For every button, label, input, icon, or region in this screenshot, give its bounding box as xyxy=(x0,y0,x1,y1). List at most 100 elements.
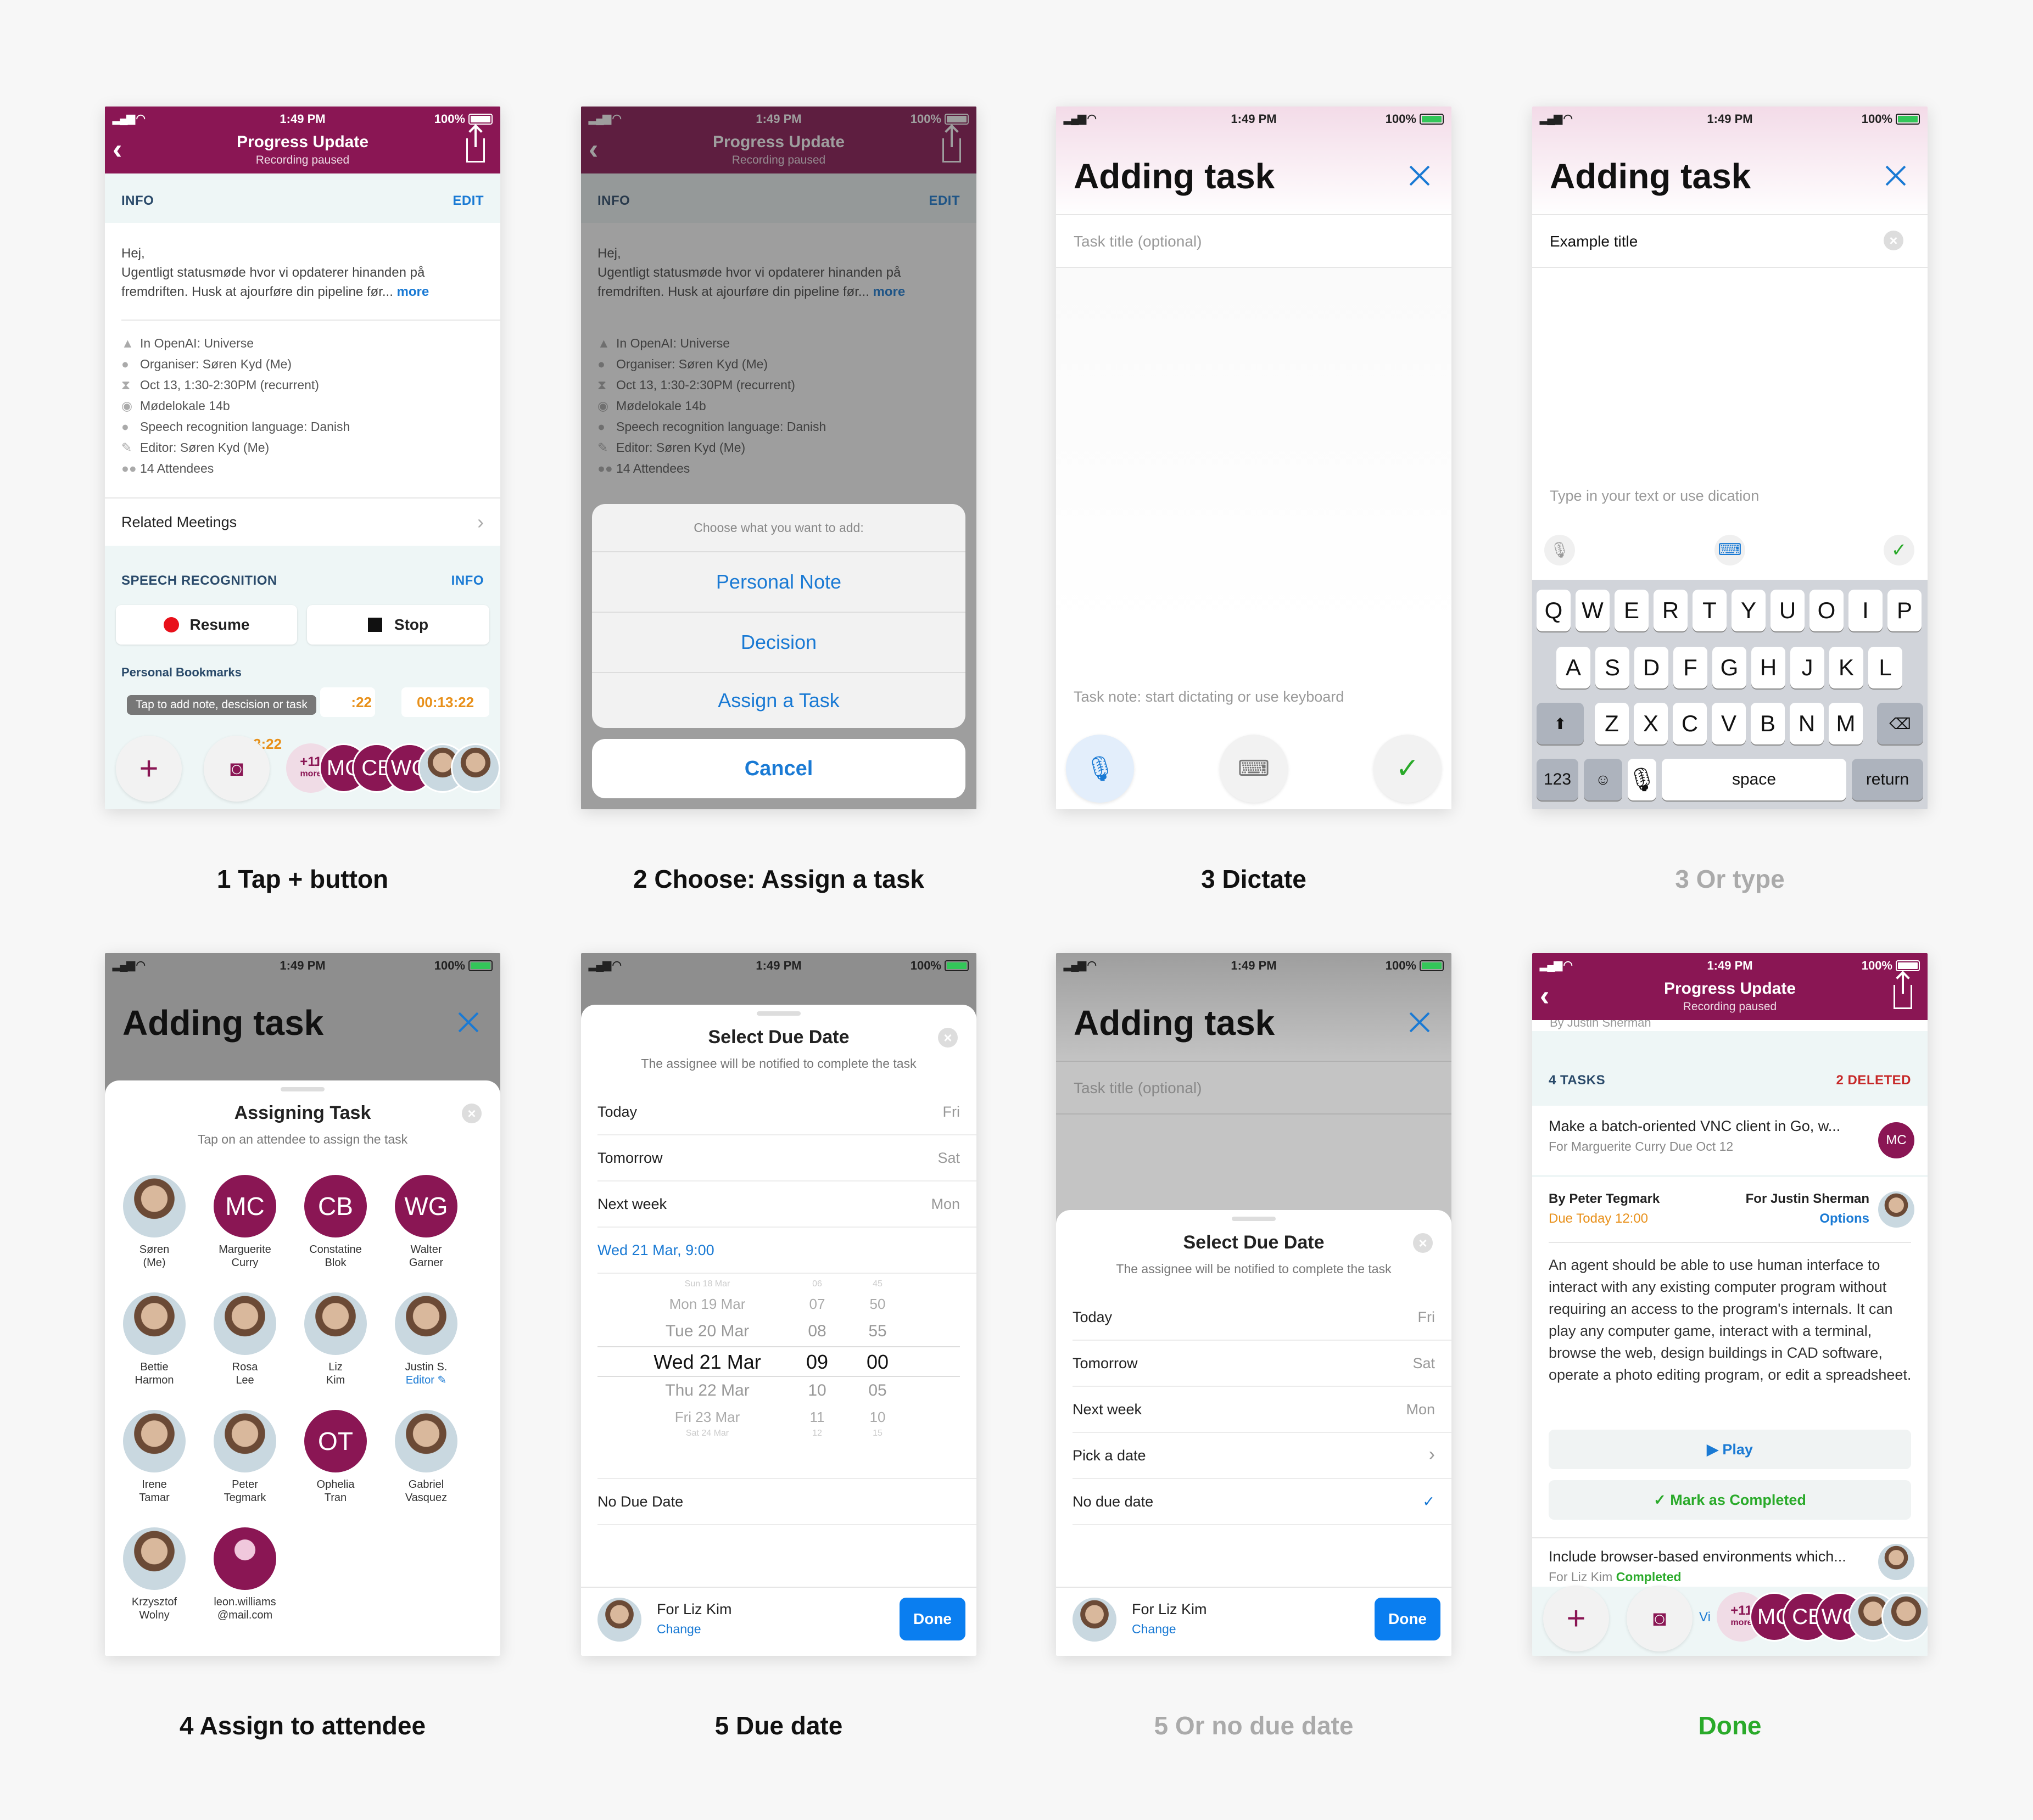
key-f[interactable]: F xyxy=(1673,647,1707,688)
add-button[interactable]: + xyxy=(116,736,182,802)
key-g[interactable]: G xyxy=(1712,647,1746,688)
picker-value[interactable]: Sat 24 Mar xyxy=(619,1429,795,1454)
attendee-option[interactable]: leon.williams @mail.com xyxy=(206,1527,283,1622)
drag-handle[interactable] xyxy=(757,1011,801,1016)
done-button[interactable]: Done xyxy=(900,1598,965,1640)
task-note-input[interactable]: Type in your text or use dication xyxy=(1550,488,1759,505)
selected-date-row[interactable]: Wed 21 Mar, 9:00 xyxy=(597,1242,960,1259)
confirm-button[interactable]: ✓ xyxy=(1373,735,1442,803)
picker-value[interactable]: Wed 21 Mar xyxy=(619,1351,795,1376)
close-sheet-icon[interactable]: × xyxy=(938,1028,958,1048)
attendee-option[interactable]: Bettie Harmon xyxy=(116,1292,193,1387)
key-z[interactable]: Z xyxy=(1595,703,1629,744)
backspace-key[interactable]: ⌫ xyxy=(1877,703,1923,744)
resume-button[interactable]: Resume xyxy=(116,605,297,645)
close-sheet-icon[interactable]: × xyxy=(462,1104,482,1123)
clear-input-icon[interactable]: × xyxy=(1884,231,1903,250)
key-u[interactable]: U xyxy=(1771,590,1805,631)
key-d[interactable]: D xyxy=(1634,647,1668,688)
picker-value[interactable]: Tue 20 Mar xyxy=(619,1322,795,1347)
bookmark-chip[interactable]: :22 xyxy=(320,687,375,717)
task-title-input[interactable]: Example title xyxy=(1550,233,1638,250)
attendee-option[interactable]: Justin S. Editor ✎ xyxy=(388,1292,465,1387)
key-x[interactable]: X xyxy=(1634,703,1668,744)
drag-handle[interactable] xyxy=(281,1087,325,1091)
picker-value[interactable]: 12 xyxy=(795,1429,839,1454)
attendee-avatars[interactable]: +11 more MC CB WG xyxy=(286,743,500,793)
change-assignee-link[interactable]: Change xyxy=(657,1622,701,1637)
due-today-row[interactable]: Today Fri xyxy=(1073,1309,1435,1326)
mark-completed-button[interactable]: ✓ Mark as Completed xyxy=(1549,1480,1911,1520)
close-icon[interactable] xyxy=(1408,164,1432,188)
assign-task-option[interactable]: Assign a Task xyxy=(592,673,965,728)
attendee-option[interactable]: Krzysztof Wolny xyxy=(116,1527,193,1622)
picker-value[interactable]: 15 xyxy=(850,1429,905,1454)
picker-value[interactable]: 09 xyxy=(795,1351,839,1376)
attendee-option[interactable]: Liz Kim xyxy=(297,1292,374,1387)
picker-value[interactable]: 00 xyxy=(850,1351,905,1376)
drag-handle[interactable] xyxy=(1232,1217,1276,1221)
task-note-input[interactable]: Task note: start dictating or use keyboa… xyxy=(1074,688,1344,705)
picker-value[interactable]: Thu 22 Mar xyxy=(619,1381,795,1407)
picker-value[interactable]: 55 xyxy=(850,1322,905,1347)
key-c[interactable]: C xyxy=(1673,703,1707,744)
decision-option[interactable]: Decision xyxy=(592,613,965,672)
key-k[interactable]: K xyxy=(1829,647,1863,688)
key-t[interactable]: T xyxy=(1693,590,1727,631)
key-j[interactable]: J xyxy=(1790,647,1824,688)
change-assignee-link[interactable]: Change xyxy=(1132,1622,1176,1637)
attendee-option[interactable]: OT Ophelia Tran xyxy=(297,1410,374,1504)
key-y[interactable]: Y xyxy=(1732,590,1766,631)
attendee-option[interactable]: CB Constatine Blok xyxy=(297,1175,374,1269)
key-b[interactable]: B xyxy=(1751,703,1785,744)
date-picker[interactable]: Sun 18 Mar Mon 19 Mar Tue 20 Mar Wed 21 Mar… xyxy=(597,1279,960,1471)
task-card[interactable]: Include browser-based environments which… xyxy=(1532,1537,1928,1587)
key-o[interactable]: O xyxy=(1809,590,1844,631)
close-icon[interactable] xyxy=(1408,1010,1432,1034)
key-l[interactable]: L xyxy=(1868,647,1902,688)
pick-date-row[interactable]: Pick a date › xyxy=(1073,1444,1435,1465)
close-sheet-icon[interactable]: × xyxy=(1413,1233,1433,1253)
picker-value[interactable]: 08 xyxy=(795,1322,839,1347)
key-n[interactable]: N xyxy=(1790,703,1824,744)
related-meetings-row[interactable]: Related Meetings › xyxy=(121,503,484,541)
space-key[interactable]: space xyxy=(1662,759,1846,800)
key-m[interactable]: M xyxy=(1829,703,1863,744)
checkmark-icon[interactable]: ✓ xyxy=(1884,535,1914,565)
camera-button[interactable]: ◙ xyxy=(1627,1586,1693,1651)
keyboard-icon[interactable]: ⌨ xyxy=(1714,535,1745,565)
attendee-option[interactable]: Søren (Me) xyxy=(116,1175,193,1269)
more-link[interactable]: more xyxy=(397,284,429,299)
picker-value[interactable]: 05 xyxy=(850,1381,905,1407)
task-title-input[interactable]: Task title (optional) xyxy=(1074,1079,1202,1097)
picker-value[interactable]: 07 xyxy=(795,1296,839,1321)
options-link[interactable]: Options xyxy=(1819,1211,1869,1227)
picker-value[interactable]: Mon 19 Mar xyxy=(619,1296,795,1321)
share-icon[interactable] xyxy=(466,127,485,163)
key-a[interactable]: A xyxy=(1556,647,1590,688)
personal-note-option[interactable]: Personal Note xyxy=(592,552,965,612)
key-r[interactable]: R xyxy=(1654,590,1688,631)
key-v[interactable]: V xyxy=(1712,703,1746,744)
edit-link[interactable]: EDIT xyxy=(453,173,484,228)
bookmark-chip[interactable]: 00:13:22 xyxy=(401,687,489,717)
return-key[interactable]: return xyxy=(1852,759,1923,800)
stop-button[interactable]: Stop xyxy=(307,605,489,645)
picker-value[interactable]: 50 xyxy=(850,1296,905,1321)
key-e[interactable]: E xyxy=(1615,590,1649,631)
key-w[interactable]: W xyxy=(1576,590,1610,631)
attendee-option[interactable]: Peter Tegmark xyxy=(206,1410,283,1504)
cancel-button[interactable]: Cancel xyxy=(592,739,965,798)
task-card[interactable]: Make a batch-oriented VNC client in Go, … xyxy=(1532,1106,1928,1175)
attendee-option[interactable]: Gabriel Vasquez xyxy=(388,1410,465,1504)
share-icon[interactable] xyxy=(1894,974,1912,1009)
speech-info-link[interactable]: INFO xyxy=(451,573,484,589)
add-button[interactable]: + xyxy=(1543,1586,1609,1651)
play-button[interactable]: ▶ Play xyxy=(1549,1430,1911,1469)
close-icon[interactable] xyxy=(456,1010,481,1034)
no-due-date-row[interactable]: No Due Date xyxy=(597,1493,960,1510)
keyboard-button[interactable]: ⌨ xyxy=(1220,735,1288,803)
microphone-button[interactable]: 🎙 xyxy=(1066,735,1134,803)
dictation-key[interactable]: 🎙 xyxy=(1627,759,1657,800)
due-next-week-row[interactable]: Next week Mon xyxy=(1073,1401,1435,1418)
